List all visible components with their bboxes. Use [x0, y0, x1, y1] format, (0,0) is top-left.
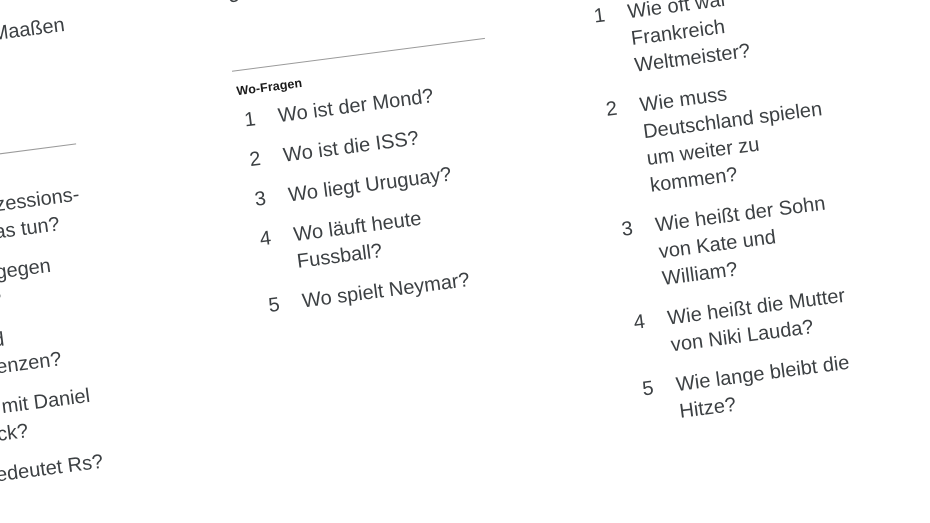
- column-wie-fragen: Wie-Fragen 1 Wie oft warFrankreichWeltme…: [582, 0, 914, 444]
- list-item-number: 5: [641, 377, 655, 401]
- list-item-text: Wie lange bleibt die Hitze?: [674, 351, 851, 423]
- list-item[interactable]: 5 Altered Carbon: [221, 0, 522, 11]
- previous-list-middle-items: 4 Haus 5 Altered Carbon: [215, 0, 522, 11]
- previous-list-left: Hans-Georg Maaßen Demi Lovato: [0, 3, 145, 127]
- question-list: 1 Wie oft war Frankreich Weltmeister? 2 Wi…: [586, 0, 911, 431]
- list-item-number: 4: [632, 310, 647, 334]
- list-item-text: Demi Lovato: [0, 45, 143, 105]
- list-item[interactable]: 5 Was bedeutet Rs?: [0, 440, 172, 502]
- list-item-number: 3: [253, 187, 268, 211]
- list-item-text: Was bedeutet Rs?: [0, 450, 105, 494]
- list-item-number: 4: [258, 227, 273, 251]
- list-item-number: 2: [604, 97, 619, 121]
- question-list: 1 Wo ist der Mond? 2 Wo ist die ISS? 3 W…: [237, 73, 534, 320]
- list-item-number: 1: [592, 4, 607, 28]
- list-item-number: 1: [243, 108, 257, 132]
- screenshot-canvas: Hans-Georg Maaßen Demi Lovato 4 Haus 5 A…: [0, 0, 930, 523]
- list-item-number: 3: [620, 217, 635, 241]
- previous-list-left-items: Hans-Georg Maaßen Demi Lovato: [0, 3, 143, 111]
- list-item-text: Wie muss Deutschland spielen um weiter zu k…: [638, 83, 824, 197]
- list-item-number: 5: [221, 0, 264, 11]
- previous-list-middle: 4 Haus 5 Altered Carbon: [215, 0, 524, 27]
- question-list: 1 Eichenprozessions-spinner was tun? 2 W…: [0, 174, 172, 502]
- list-item-number: 2: [248, 147, 263, 172]
- column-was-fragen: -Fragen 1 Eichenprozessions-spinner was …: [0, 136, 174, 514]
- list-item-number: 5: [267, 293, 282, 317]
- list-item-text: Altered Carbon: [260, 0, 521, 6]
- column-wo-fragen: Wo-Fragen 1 Wo ist der Mond? 2 Wo ist di…: [231, 36, 536, 334]
- list-item[interactable]: 2 Wie muss Deutschland spielen um weiter z…: [599, 63, 883, 205]
- tilted-page-sheet: Hans-Georg Maaßen Demi Lovato 4 Haus 5 A…: [0, 0, 930, 523]
- list-item-text: Wie heißt der Sohn von Kate und William?: [654, 192, 827, 290]
- list-item[interactable]: Demi Lovato: [0, 45, 143, 110]
